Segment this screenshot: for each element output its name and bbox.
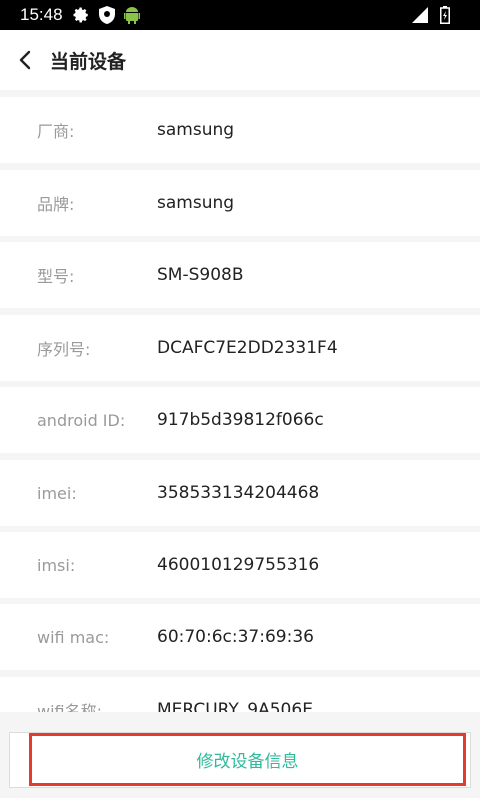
- android-icon: [123, 6, 140, 24]
- row-value: samsung: [157, 120, 235, 140]
- row-value: 60:70:6c:37:69:36: [157, 627, 314, 647]
- button-label: 修改设备信息: [196, 752, 299, 772]
- row-imei: imei: 358533134204468: [0, 460, 480, 526]
- row-label: wifi mac:: [37, 627, 110, 647]
- row-label: 厂商:: [37, 122, 75, 141]
- row-imsi: imsi: 460010129755316: [0, 532, 480, 598]
- back-button[interactable]: [0, 30, 50, 90]
- row-label: wifi名称:: [37, 702, 103, 712]
- row-manufacturer: 厂商: samsung: [0, 97, 480, 163]
- row-value: DCAFC7E2DD2331F4: [157, 338, 338, 358]
- row-value: samsung: [157, 193, 235, 213]
- row-wifi-name: wifi名称: MERCURY_9A506E: [0, 677, 480, 712]
- device-info-list[interactable]: 厂商: samsung 品牌: samsung 型号: SM-S908B 序列号…: [0, 90, 480, 712]
- row-label: android ID:: [37, 410, 126, 430]
- row-label: imsi:: [37, 555, 76, 575]
- status-bar: 15:48: [0, 0, 480, 30]
- chevron-left-icon: [19, 50, 31, 70]
- modify-device-info-button[interactable]: 修改设备信息: [29, 733, 466, 786]
- row-brand: 品牌: samsung: [0, 170, 480, 236]
- row-model: 型号: SM-S908B: [0, 242, 480, 308]
- row-wifi-mac: wifi mac: 60:70:6c:37:69:36: [0, 604, 480, 670]
- row-serial: 序列号: DCAFC7E2DD2331F4: [0, 315, 480, 381]
- shield-icon: [98, 6, 115, 24]
- row-android-id: android ID: 917b5d39812f066c: [0, 387, 480, 453]
- row-label: 型号:: [37, 267, 75, 286]
- signal-icon: [412, 7, 428, 27]
- gear-icon: [72, 6, 90, 24]
- row-label: 序列号:: [37, 340, 91, 359]
- row-value: 917b5d39812f066c: [157, 410, 324, 430]
- app-header: 当前设备: [0, 30, 480, 90]
- row-value: SM-S908B: [157, 265, 244, 285]
- row-value: MERCURY_9A506E: [157, 700, 313, 712]
- row-label: imei:: [37, 483, 77, 503]
- status-time: 15:48: [20, 5, 63, 24]
- row-value: 358533134204468: [157, 483, 320, 503]
- battery-icon: [440, 6, 450, 28]
- page-title: 当前设备: [50, 50, 127, 73]
- row-label: 品牌:: [37, 195, 75, 214]
- status-right: [412, 6, 450, 28]
- bottom-bar: 修改设备信息: [0, 712, 480, 798]
- row-value: 460010129755316: [157, 555, 320, 575]
